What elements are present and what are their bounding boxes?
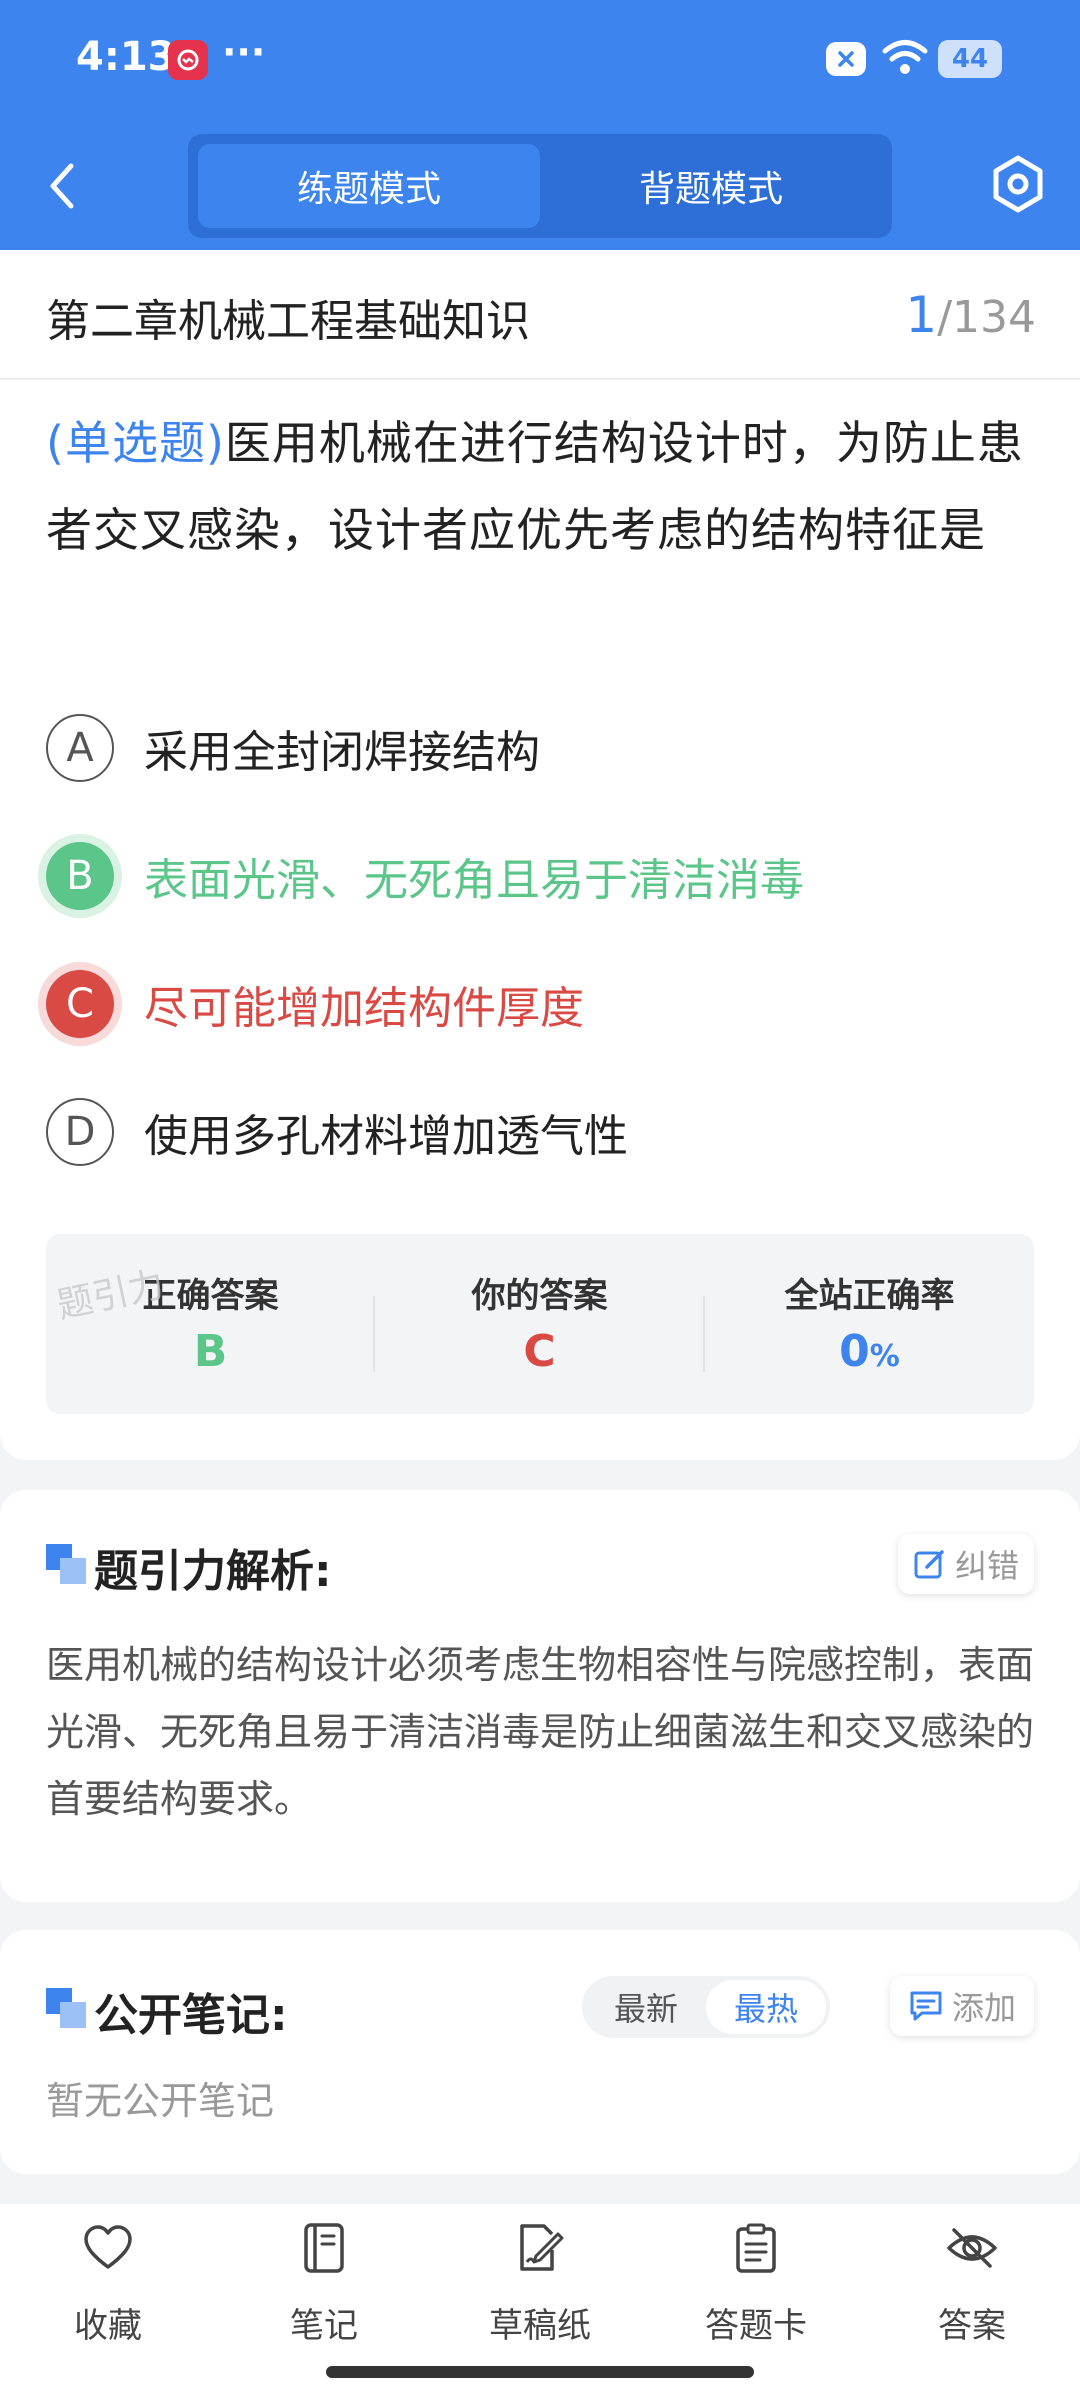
current-question-number: 1 [905,286,938,344]
question-type: (单选题) [46,416,225,470]
heart-icon [84,2225,132,2269]
back-button[interactable] [40,156,84,216]
draft-paper-icon [520,2224,564,2271]
option-c[interactable]: C 尽可能增加结构件厚度 [46,964,1036,1044]
chevron-left-icon [50,163,74,209]
settings-button[interactable] [986,152,1050,216]
option-a[interactable]: A 采用全封闭焊接结构 [46,708,1036,788]
accuracy-label: 全站正确率 [784,1276,955,1316]
section-square-icon [46,1988,86,2028]
option-letter: D [46,1098,114,1166]
report-error-label: 纠错 [954,1547,1019,1585]
nav-label: 收藏 [74,2306,142,2346]
notification-x-icon [826,42,866,76]
app-notification-icon [168,40,208,80]
nav-label: 草稿纸 [489,2306,591,2346]
your-answer-label: 你的答案 [471,1276,608,1316]
notebook-icon [304,2223,344,2273]
divider [0,378,1080,380]
accuracy-column: 全站正确率 0% [705,1234,1034,1414]
option-d[interactable]: D 使用多孔材料增加透气性 [46,1092,1036,1172]
mode-switch: 练题模式 背题模式 [188,134,892,238]
total-questions: /134 [937,292,1036,343]
your-answer-value: C [523,1326,556,1377]
empty-notes-text: 暂无公开笔记 [46,2079,275,2123]
favorite-button[interactable]: 收藏 [38,2222,178,2346]
show-answer-button[interactable]: 答案 [902,2222,1042,2346]
answer-card-button[interactable]: 答题卡 [686,2222,826,2346]
correct-answer-value: B [193,1326,228,1377]
sort-newest[interactable]: 最新 [586,1980,706,2034]
analysis-title: 题引力解析: [94,1546,332,1597]
nav-label: 笔记 [290,2306,358,2346]
sort-hottest[interactable]: 最热 [706,1980,826,2034]
status-more-dots: ··· [222,30,266,74]
notes-button[interactable]: 笔记 [254,2222,394,2346]
battery-indicator: 44 [938,40,1002,78]
add-note-button[interactable]: 添加 [890,1976,1034,2036]
your-answer-column: 你的答案 C [375,1234,704,1414]
accuracy-number: 0 [839,1326,870,1377]
report-error-button[interactable]: 纠错 [898,1534,1034,1594]
question-stem: (单选题)医用机械在进行结构设计时，为防止患者交叉感染，设计者应优先考虑的结构特… [46,400,1036,574]
option-text: 表面光滑、无死角且易于清洁消毒 [144,855,804,906]
option-b[interactable]: B 表面光滑、无死角且易于清洁消毒 [46,836,1036,916]
answer-card-icon [736,2223,776,2273]
nav-label: 答题卡 [705,2306,807,2346]
correct-answer-column: 正确答案 B [46,1234,375,1414]
nav-label: 答案 [938,2306,1006,2346]
notes-card [0,1930,1080,2174]
section-square-icon [46,1544,86,1584]
question-pager: 1/134 [905,286,1036,344]
draft-paper-button[interactable]: 草稿纸 [470,2222,610,2346]
option-text: 尽可能增加结构件厚度 [144,983,584,1034]
option-text: 采用全封闭焊接结构 [144,727,540,778]
settings-hexagon-icon [993,155,1043,213]
answer-summary: 正确答案 B 你的答案 C 全站正确率 0% [46,1234,1034,1414]
option-letter: A [46,714,114,782]
accuracy-unit: % [869,1339,900,1374]
accuracy-value: 0% [705,1326,1034,1377]
wifi-icon [882,38,928,82]
status-time: 4:13 [76,34,176,80]
option-letter: B [46,842,114,910]
status-bar: 4:13 ··· 44 [0,0,1080,120]
tab-memorize-mode[interactable]: 背题模式 [540,144,882,228]
analysis-text: 医用机械的结构设计必须考虑生物相容性与院感控制，表面光滑、无死角且易于清洁消毒是… [46,1643,1035,1821]
edit-icon [914,1550,944,1579]
home-indicator[interactable] [326,2366,754,2378]
add-note-label: 添加 [951,1989,1016,2027]
comment-icon [910,1991,942,2021]
option-text: 使用多孔材料增加透气性 [144,1111,628,1162]
eye-off-icon [947,2228,997,2268]
chapter-title: 第二章机械工程基础知识 [46,296,530,347]
notes-sort-toggle: 最新 最热 [582,1976,830,2038]
notes-title: 公开笔记: [94,1990,288,2041]
option-letter: C [46,970,114,1038]
tab-practice-mode[interactable]: 练题模式 [198,144,540,228]
